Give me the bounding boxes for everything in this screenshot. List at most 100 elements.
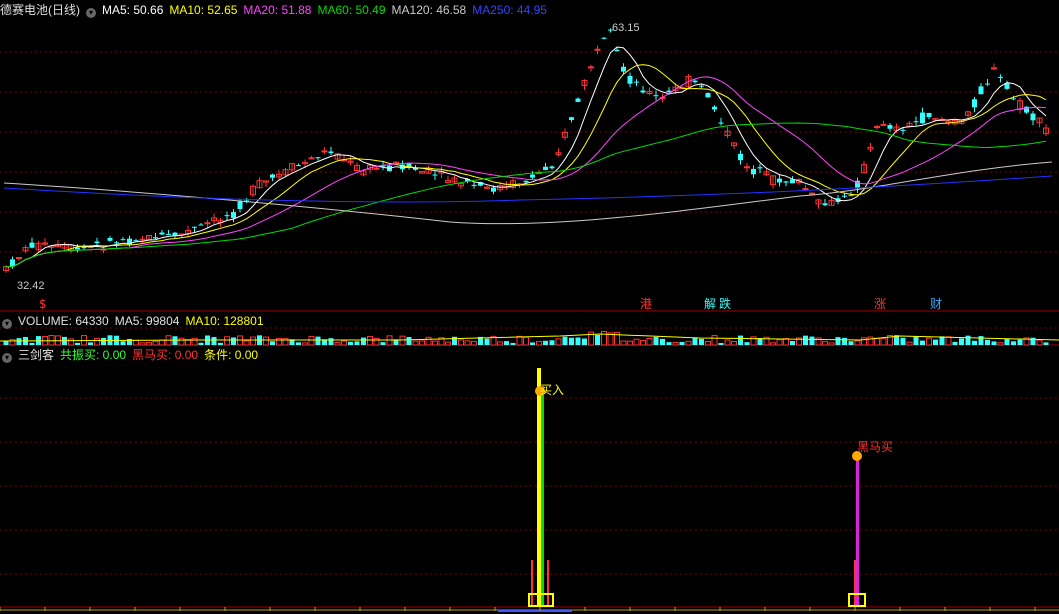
volume-bars[interactable]	[0, 331, 1059, 346]
volume-bar	[536, 341, 542, 346]
volume-bar	[243, 340, 250, 346]
volume-bar	[29, 342, 35, 345]
candle-body	[308, 157, 315, 160]
volume-bar	[94, 337, 100, 346]
candle-body	[575, 98, 581, 102]
volume-bar	[633, 338, 640, 346]
volume-bar	[985, 339, 990, 345]
indicator-title[interactable]: 三剑客	[18, 348, 54, 362]
volume-bar	[328, 338, 334, 345]
volume-bar	[373, 338, 380, 346]
volume-bar	[146, 342, 152, 346]
candle-body	[718, 122, 724, 124]
volume-bar	[334, 341, 341, 346]
candle-body	[594, 48, 601, 51]
volume-bar	[178, 337, 185, 346]
candle-body	[231, 212, 236, 218]
event-markers[interactable]: $ 港 解 跌 涨 财	[39, 296, 942, 311]
candle-body	[783, 181, 789, 183]
candle-body	[16, 257, 22, 260]
candle-body	[705, 93, 711, 98]
candle-body	[471, 184, 477, 186]
volume-bar	[464, 340, 471, 346]
volume-bar	[744, 342, 750, 345]
candle-body	[757, 167, 763, 169]
volume-bar	[152, 340, 159, 346]
collapse-icon[interactable]: ▾	[2, 319, 12, 329]
candle-body	[822, 203, 828, 206]
volume-bar	[504, 341, 509, 345]
event-marker-finance[interactable]: 财	[930, 297, 942, 311]
candle-body	[328, 151, 334, 154]
volume-bar	[991, 341, 997, 345]
candle-body	[640, 90, 646, 93]
event-marker-fall[interactable]: 跌	[719, 296, 731, 311]
event-marker-unlock[interactable]: 解	[704, 297, 716, 311]
volume-bar	[835, 337, 841, 345]
volume-bar	[68, 338, 74, 346]
volume-bar	[939, 336, 945, 345]
volume-bar	[640, 339, 646, 346]
candle-body	[530, 174, 535, 178]
signal-stub	[854, 560, 856, 606]
volume-ma5-label: MA5: 99804	[114, 314, 180, 328]
volume-bar	[926, 337, 932, 346]
candle-body	[744, 166, 750, 169]
event-marker-dollar[interactable]: $	[39, 297, 47, 311]
volume-bar	[906, 341, 913, 346]
darkhorse-buy-label: 黑马买: 0.00	[132, 348, 199, 362]
volume-bar	[601, 331, 607, 346]
volume-bar	[139, 342, 146, 346]
candle-body	[751, 168, 756, 175]
volume-bar	[945, 336, 952, 346]
volume-bar	[348, 341, 353, 345]
ma-line	[6, 64, 1047, 268]
event-marker-hk[interactable]: 港	[640, 297, 652, 311]
volume-bar	[497, 341, 503, 346]
volume-bar	[933, 339, 938, 345]
volume-bar	[530, 342, 535, 345]
volume-bar	[750, 336, 757, 346]
volume-bar	[341, 340, 347, 346]
candle-body	[809, 192, 815, 195]
candle-body	[900, 129, 906, 131]
volume-bar	[861, 337, 867, 346]
stock-chart-window[interactable]: $ 港 解 跌 涨 财 63.15 32.42 买入 黑马买	[0, 0, 1059, 614]
volume-bar	[595, 334, 600, 345]
candle-body	[120, 239, 126, 241]
volume-bar	[88, 342, 93, 345]
candle-body	[621, 66, 626, 72]
candle-body	[880, 123, 887, 126]
stock-title[interactable]: 德赛电池(日线)	[0, 3, 80, 17]
candle-body	[802, 188, 809, 191]
collapse-icon[interactable]: ▾	[86, 8, 96, 18]
candle-body	[1011, 98, 1016, 100]
volume-bar	[913, 336, 919, 345]
volume-bar	[211, 336, 217, 345]
volume-bar	[770, 342, 776, 346]
event-marker-rise[interactable]: 涨	[874, 296, 886, 311]
volume-bar	[711, 335, 718, 346]
indicator-signals[interactable]	[528, 368, 866, 607]
candlestick-series[interactable]	[3, 28, 1049, 273]
volume-bar	[270, 341, 275, 345]
volume-bar	[1043, 342, 1049, 345]
volume-bar	[569, 337, 574, 345]
volume-bar	[803, 335, 808, 345]
candle-body	[692, 80, 698, 83]
main-panel-header: 德赛电池(日线) ▾ MA5: 50.66 MA10: 52.65 MA20: 51.8…	[0, 2, 553, 18]
volume-bar	[997, 342, 1004, 346]
candle-body	[270, 174, 275, 178]
volume-ma-line	[0, 333, 1059, 342]
candle-body	[491, 187, 496, 192]
volume-bar	[276, 337, 282, 346]
candle-body	[139, 238, 146, 241]
volume-bar	[406, 336, 412, 345]
volume-bar	[848, 341, 854, 345]
volume-bar	[127, 338, 132, 345]
ma250-line	[3, 175, 1053, 203]
collapse-icon[interactable]: ▾	[2, 353, 12, 363]
volume-bar	[308, 335, 315, 346]
candle-body	[998, 76, 1003, 78]
candle-body	[133, 240, 139, 242]
